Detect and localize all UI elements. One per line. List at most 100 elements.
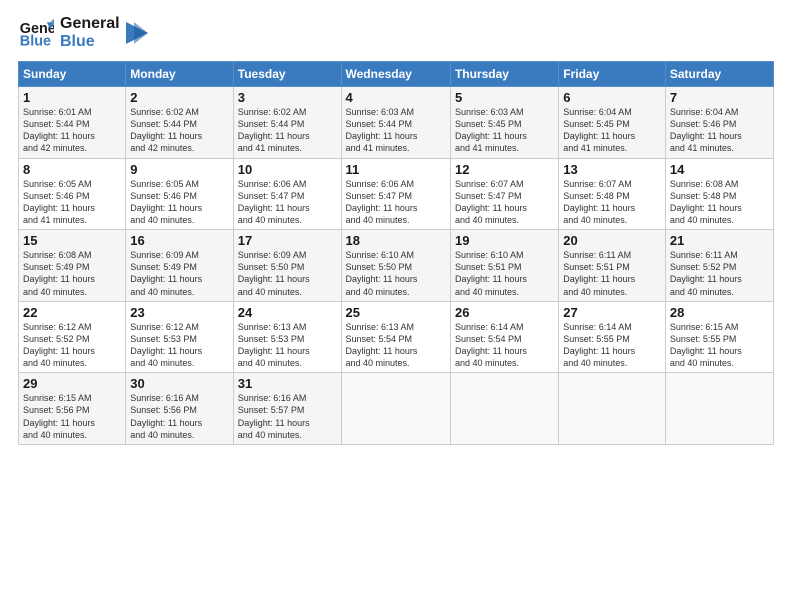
calendar-cell: 15Sunrise: 6:08 AM Sunset: 5:49 PM Dayli… — [19, 230, 126, 302]
day-info: Sunrise: 6:13 AM Sunset: 5:53 PM Dayligh… — [238, 321, 337, 370]
calendar-cell: 28Sunrise: 6:15 AM Sunset: 5:55 PM Dayli… — [665, 301, 773, 373]
day-number: 27 — [563, 305, 661, 320]
day-info: Sunrise: 6:02 AM Sunset: 5:44 PM Dayligh… — [238, 106, 337, 155]
header: General Blue General Blue — [18, 15, 774, 51]
day-number: 17 — [238, 233, 337, 248]
calendar-week-4: 29Sunrise: 6:15 AM Sunset: 5:56 PM Dayli… — [19, 373, 774, 445]
day-info: Sunrise: 6:11 AM Sunset: 5:52 PM Dayligh… — [670, 249, 769, 298]
day-number: 2 — [130, 90, 228, 105]
day-info: Sunrise: 6:08 AM Sunset: 5:49 PM Dayligh… — [23, 249, 121, 298]
col-header-tuesday: Tuesday — [233, 62, 341, 87]
day-number: 30 — [130, 376, 228, 391]
calendar-cell: 16Sunrise: 6:09 AM Sunset: 5:49 PM Dayli… — [126, 230, 233, 302]
calendar-cell — [559, 373, 666, 445]
calendar-cell: 6Sunrise: 6:04 AM Sunset: 5:45 PM Daylig… — [559, 87, 666, 159]
logo-arrow-icon — [126, 22, 148, 44]
day-info: Sunrise: 6:12 AM Sunset: 5:52 PM Dayligh… — [23, 321, 121, 370]
day-info: Sunrise: 6:10 AM Sunset: 5:51 PM Dayligh… — [455, 249, 554, 298]
calendar-cell: 17Sunrise: 6:09 AM Sunset: 5:50 PM Dayli… — [233, 230, 341, 302]
day-number: 22 — [23, 305, 121, 320]
day-info: Sunrise: 6:04 AM Sunset: 5:45 PM Dayligh… — [563, 106, 661, 155]
day-number: 28 — [670, 305, 769, 320]
day-number: 7 — [670, 90, 769, 105]
calendar-cell: 20Sunrise: 6:11 AM Sunset: 5:51 PM Dayli… — [559, 230, 666, 302]
calendar-cell: 26Sunrise: 6:14 AM Sunset: 5:54 PM Dayli… — [450, 301, 558, 373]
day-number: 25 — [346, 305, 446, 320]
day-number: 14 — [670, 162, 769, 177]
calendar-cell: 22Sunrise: 6:12 AM Sunset: 5:52 PM Dayli… — [19, 301, 126, 373]
calendar-cell: 5Sunrise: 6:03 AM Sunset: 5:45 PM Daylig… — [450, 87, 558, 159]
day-info: Sunrise: 6:15 AM Sunset: 5:56 PM Dayligh… — [23, 392, 121, 441]
calendar-cell: 14Sunrise: 6:08 AM Sunset: 5:48 PM Dayli… — [665, 158, 773, 230]
calendar-week-0: 1Sunrise: 6:01 AM Sunset: 5:44 PM Daylig… — [19, 87, 774, 159]
col-header-thursday: Thursday — [450, 62, 558, 87]
day-info: Sunrise: 6:09 AM Sunset: 5:50 PM Dayligh… — [238, 249, 337, 298]
day-number: 24 — [238, 305, 337, 320]
page-container: General Blue General Blue SundayMondayTu… — [0, 0, 792, 455]
calendar-header-row: SundayMondayTuesdayWednesdayThursdayFrid… — [19, 62, 774, 87]
day-number: 16 — [130, 233, 228, 248]
calendar-cell: 19Sunrise: 6:10 AM Sunset: 5:51 PM Dayli… — [450, 230, 558, 302]
col-header-friday: Friday — [559, 62, 666, 87]
col-header-saturday: Saturday — [665, 62, 773, 87]
calendar-cell: 23Sunrise: 6:12 AM Sunset: 5:53 PM Dayli… — [126, 301, 233, 373]
calendar-cell: 27Sunrise: 6:14 AM Sunset: 5:55 PM Dayli… — [559, 301, 666, 373]
day-number: 1 — [23, 90, 121, 105]
logo-icon: General Blue — [18, 15, 54, 51]
day-info: Sunrise: 6:11 AM Sunset: 5:51 PM Dayligh… — [563, 249, 661, 298]
day-info: Sunrise: 6:16 AM Sunset: 5:57 PM Dayligh… — [238, 392, 337, 441]
day-info: Sunrise: 6:05 AM Sunset: 5:46 PM Dayligh… — [130, 178, 228, 227]
day-info: Sunrise: 6:10 AM Sunset: 5:50 PM Dayligh… — [346, 249, 446, 298]
day-number: 5 — [455, 90, 554, 105]
calendar-cell: 30Sunrise: 6:16 AM Sunset: 5:56 PM Dayli… — [126, 373, 233, 445]
calendar-cell: 10Sunrise: 6:06 AM Sunset: 5:47 PM Dayli… — [233, 158, 341, 230]
calendar-cell: 2Sunrise: 6:02 AM Sunset: 5:44 PM Daylig… — [126, 87, 233, 159]
day-number: 12 — [455, 162, 554, 177]
day-number: 23 — [130, 305, 228, 320]
day-info: Sunrise: 6:05 AM Sunset: 5:46 PM Dayligh… — [23, 178, 121, 227]
day-info: Sunrise: 6:07 AM Sunset: 5:47 PM Dayligh… — [455, 178, 554, 227]
logo-general: General — [60, 15, 120, 33]
calendar-cell: 12Sunrise: 6:07 AM Sunset: 5:47 PM Dayli… — [450, 158, 558, 230]
day-number: 19 — [455, 233, 554, 248]
day-number: 6 — [563, 90, 661, 105]
logo: General Blue General Blue — [18, 15, 148, 51]
day-info: Sunrise: 6:02 AM Sunset: 5:44 PM Dayligh… — [130, 106, 228, 155]
calendar-cell — [665, 373, 773, 445]
calendar-cell: 3Sunrise: 6:02 AM Sunset: 5:44 PM Daylig… — [233, 87, 341, 159]
calendar-cell: 7Sunrise: 6:04 AM Sunset: 5:46 PM Daylig… — [665, 87, 773, 159]
day-info: Sunrise: 6:12 AM Sunset: 5:53 PM Dayligh… — [130, 321, 228, 370]
day-info: Sunrise: 6:01 AM Sunset: 5:44 PM Dayligh… — [23, 106, 121, 155]
day-number: 9 — [130, 162, 228, 177]
day-info: Sunrise: 6:03 AM Sunset: 5:44 PM Dayligh… — [346, 106, 446, 155]
calendar-cell: 4Sunrise: 6:03 AM Sunset: 5:44 PM Daylig… — [341, 87, 450, 159]
calendar-cell: 25Sunrise: 6:13 AM Sunset: 5:54 PM Dayli… — [341, 301, 450, 373]
day-number: 8 — [23, 162, 121, 177]
col-header-monday: Monday — [126, 62, 233, 87]
day-number: 20 — [563, 233, 661, 248]
day-info: Sunrise: 6:06 AM Sunset: 5:47 PM Dayligh… — [346, 178, 446, 227]
day-number: 3 — [238, 90, 337, 105]
day-number: 13 — [563, 162, 661, 177]
day-info: Sunrise: 6:14 AM Sunset: 5:54 PM Dayligh… — [455, 321, 554, 370]
calendar-cell: 9Sunrise: 6:05 AM Sunset: 5:46 PM Daylig… — [126, 158, 233, 230]
calendar-cell: 24Sunrise: 6:13 AM Sunset: 5:53 PM Dayli… — [233, 301, 341, 373]
day-number: 10 — [238, 162, 337, 177]
calendar-cell: 18Sunrise: 6:10 AM Sunset: 5:50 PM Dayli… — [341, 230, 450, 302]
svg-text:Blue: Blue — [20, 34, 51, 50]
day-info: Sunrise: 6:07 AM Sunset: 5:48 PM Dayligh… — [563, 178, 661, 227]
calendar-week-1: 8Sunrise: 6:05 AM Sunset: 5:46 PM Daylig… — [19, 158, 774, 230]
day-number: 11 — [346, 162, 446, 177]
calendar-cell: 13Sunrise: 6:07 AM Sunset: 5:48 PM Dayli… — [559, 158, 666, 230]
col-header-wednesday: Wednesday — [341, 62, 450, 87]
calendar-cell: 21Sunrise: 6:11 AM Sunset: 5:52 PM Dayli… — [665, 230, 773, 302]
calendar-cell: 29Sunrise: 6:15 AM Sunset: 5:56 PM Dayli… — [19, 373, 126, 445]
calendar-cell: 11Sunrise: 6:06 AM Sunset: 5:47 PM Dayli… — [341, 158, 450, 230]
calendar-week-3: 22Sunrise: 6:12 AM Sunset: 5:52 PM Dayli… — [19, 301, 774, 373]
day-info: Sunrise: 6:15 AM Sunset: 5:55 PM Dayligh… — [670, 321, 769, 370]
day-info: Sunrise: 6:08 AM Sunset: 5:48 PM Dayligh… — [670, 178, 769, 227]
calendar-table: SundayMondayTuesdayWednesdayThursdayFrid… — [18, 61, 774, 445]
calendar-week-2: 15Sunrise: 6:08 AM Sunset: 5:49 PM Dayli… — [19, 230, 774, 302]
day-number: 29 — [23, 376, 121, 391]
calendar-cell — [450, 373, 558, 445]
